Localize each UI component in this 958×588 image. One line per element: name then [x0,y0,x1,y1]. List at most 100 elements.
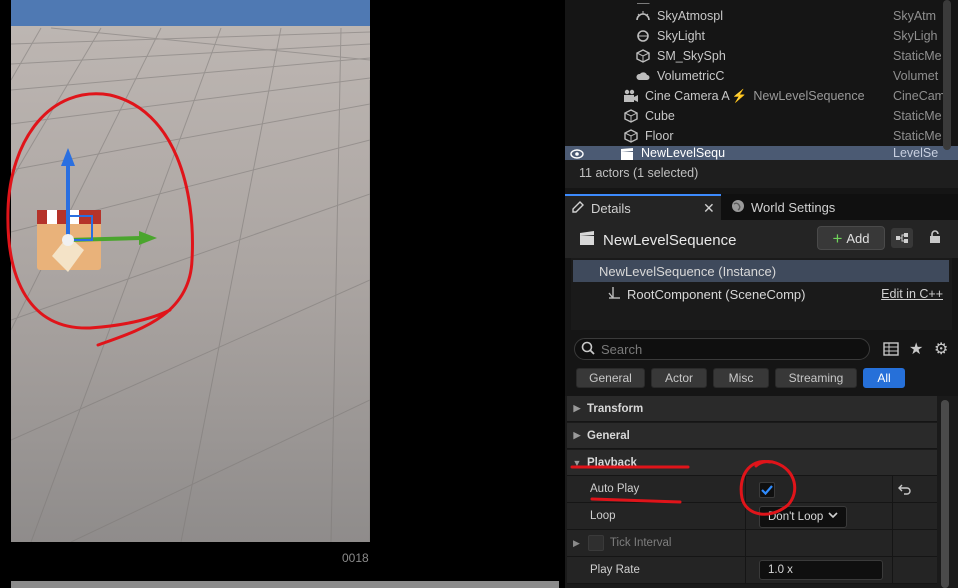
level-viewport[interactable] [11,0,370,542]
actor-title: NewLevelSequence [579,230,736,250]
outliner-row-newlevelsequence[interactable]: NewLevelSequ LevelSe [565,146,958,160]
component-root-label: RootComponent (SceneComp) [627,286,806,302]
outliner-item-label: SM_SkySph [657,49,726,63]
component-instance[interactable]: NewLevelSequence (Instance) [573,260,949,282]
outliner-item-label: Cube [645,109,675,123]
category-general[interactable]: ▶ General [567,423,937,449]
lightning-icon: ⚡ [731,88,748,103]
tab-details[interactable]: Details ✕ [565,194,721,220]
filter-general-button[interactable]: General [576,368,645,388]
static-mesh-icon [623,108,639,124]
property-matrix-icon[interactable] [883,341,899,360]
edit-in-cpp-link[interactable]: Edit in C++ [881,287,943,301]
sky-atmosphere-icon [635,8,651,24]
collapse-arrow-icon: ▼ [572,457,582,468]
camera-icon [623,88,639,104]
outliner-item-type: SkyAtm [893,9,937,23]
add-button-label: Add [846,230,870,246]
outliner-row-skylight[interactable]: SkyLight SkyLigh [565,26,958,46]
details-tabbar: Details ✕ World Settings [565,194,958,220]
tick-interval-checkbox[interactable] [587,535,604,551]
blueprint-hierarchy-button[interactable] [891,228,913,248]
outliner-item-label: SkyAtmospl [657,9,723,23]
outliner-item-extra: NewLevelSequence [753,89,865,103]
property-label: Loop [590,510,616,522]
outliner-item-type: Volumet [893,69,939,83]
property-play-rate: Play Rate 1.0 x [567,557,937,584]
outliner-item-label: SkyLight [657,29,705,43]
component-instance-label: NewLevelSequence (Instance) [599,263,777,279]
outliner-item-type: SkyLigh [893,29,938,43]
category-transform[interactable]: ▶ Transform [567,396,937,422]
details-search[interactable] [574,338,870,360]
close-icon[interactable]: ✕ [703,200,715,217]
outliner-item-label: NewLevelSequ [641,146,726,160]
category-label: Transform [587,402,644,415]
static-mesh-icon [635,48,651,64]
filter-actor-button[interactable]: Actor [651,368,707,388]
reset-to-default-icon[interactable] [898,482,912,499]
details-pencil-icon [571,200,585,217]
visibility-eye-icon[interactable] [569,146,585,160]
play-rate-input[interactable]: 1.0 x [759,560,883,580]
add-component-button[interactable]: + Add [817,226,885,250]
timeline-strip[interactable] [11,581,559,588]
filter-streaming-button[interactable]: Streaming [775,368,857,388]
tab-world-settings-label: World Settings [751,199,836,215]
property-label: Auto Play [590,483,640,495]
settings-gear-icon[interactable]: ⚙ [934,339,948,359]
component-tree: NewLevelSequence (Instance) RootComponen… [571,258,952,330]
check-icon [761,485,773,495]
expand-arrow-icon[interactable]: ▶ [573,538,580,549]
property-label: Tick Interval [609,537,672,549]
component-root[interactable]: RootComponent (SceneComp) Edit in C++ [573,283,949,305]
favorites-star-icon[interactable]: ★ [909,339,923,359]
scrollbar-thumb[interactable] [941,400,949,588]
outliner-row-floor[interactable]: Floor StaticMe [565,126,958,146]
level-sequence-icon [579,230,595,250]
category-label: Playback [587,456,637,469]
details-scrollbar[interactable] [941,400,949,588]
property-tick-interval: ▶ Tick Interval [567,530,937,557]
outliner-scrollbar[interactable] [943,0,951,150]
filter-all-button[interactable]: All [863,368,905,388]
outliner-row-volumetric-cloud[interactable]: VolumetricC Volumet [565,66,958,86]
search-input[interactable] [601,341,851,357]
outliner-item-type: LevelSe [893,146,939,160]
property-label: Play Rate [590,564,640,576]
loop-dropdown-value: Don't Loop [768,511,824,523]
hierarchy-icon [896,233,908,243]
tab-world-settings[interactable]: World Settings [731,194,871,220]
expand-arrow-icon: ▶ [573,430,581,440]
outliner-item-label: Floor [645,129,674,143]
auto-play-checkbox[interactable] [759,482,775,498]
play-rate-value: 1.0 x [768,564,793,576]
static-mesh-icon [623,128,639,144]
category-playback[interactable]: ▼ Playback [567,450,937,476]
volumetric-cloud-icon [635,68,651,84]
property-list: ▶ Transform ▶ General ▼ Playback Auto Pl… [565,396,958,588]
outliner-item-label: VolumetricC [657,69,725,83]
filter-misc-button[interactable]: Misc [713,368,769,388]
skylight-icon [635,28,651,44]
lock-icon[interactable] [927,228,943,246]
outliner-row-skyatmosphere[interactable]: SkyAtmospl SkyAtm [565,6,958,26]
details-header: NewLevelSequence + Add [565,220,958,258]
outliner-item-type: StaticMe [893,129,942,143]
outliner-row-cube[interactable]: Cube StaticMe [565,106,958,126]
loop-dropdown[interactable]: Don't Loop [759,506,847,528]
category-label: General [587,429,630,442]
outliner-item-label: Cine Camera A [645,89,730,103]
outliner-row-sm-skysphere[interactable]: SM_SkySph StaticMe [565,46,958,66]
plus-icon: + [832,228,843,248]
property-loop: Loop Don't Loop [567,503,937,530]
search-icon [581,341,595,358]
outliner-row-cine-camera[interactable]: Cine Camera A ⚡ NewLevelSequence CineCam [565,86,958,106]
property-auto-play: Auto Play [567,476,937,503]
outliner-item-type: StaticMe [893,49,942,63]
outliner-item-type: CineCam [893,89,946,103]
expand-arrow-icon: ▶ [573,403,581,413]
frame-counter: 0018 [342,551,369,565]
tab-details-label: Details [591,200,631,216]
outliner-item-type: StaticMe [893,109,942,123]
